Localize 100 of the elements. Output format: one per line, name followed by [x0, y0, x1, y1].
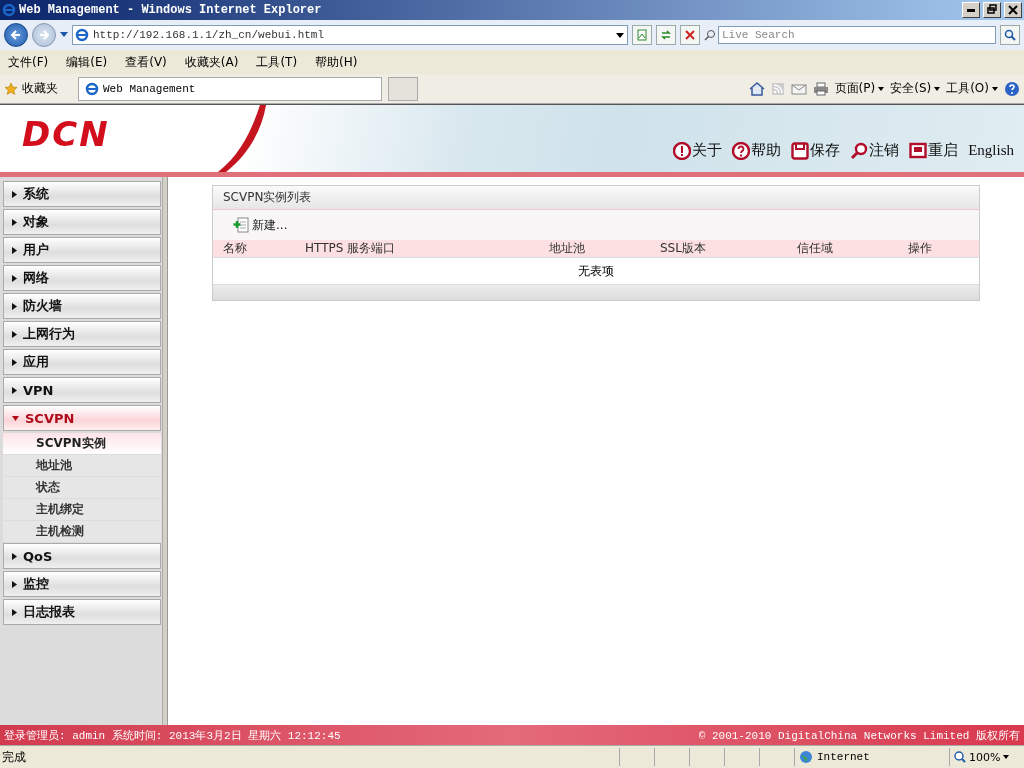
- caret-down-icon: [12, 415, 19, 421]
- column-header: 操作: [908, 240, 933, 257]
- panel-title: SCVPN实例列表: [213, 186, 979, 210]
- add-document-icon: [233, 217, 249, 233]
- nav-menu-item[interactable]: 用户: [3, 237, 161, 263]
- search-input[interactable]: Live Search: [718, 26, 996, 44]
- refresh-icon: [660, 29, 672, 41]
- refresh-button[interactable]: [656, 25, 676, 45]
- page-icon: [636, 29, 648, 41]
- nav-menu-item[interactable]: VPN: [3, 377, 161, 403]
- column-header: 名称: [223, 240, 248, 257]
- column-header: HTTPS 服务端口: [305, 240, 397, 257]
- browser-icon: [75, 28, 89, 42]
- nav-menu-item[interactable]: 对象: [3, 209, 161, 235]
- search-icon: [704, 29, 716, 41]
- caret-right-icon: [12, 190, 17, 198]
- menu-item[interactable]: 收藏夹(A): [184, 53, 239, 71]
- caret-icon: [1003, 755, 1010, 759]
- restore-icon: [986, 4, 998, 16]
- nav-menu-item[interactable]: 防火墙: [3, 293, 161, 319]
- nav-submenu-item[interactable]: SCVPN实例: [3, 433, 161, 454]
- nav-menu-item[interactable]: 系统: [3, 181, 161, 207]
- nav-submenu-item[interactable]: 主机绑定: [3, 499, 161, 520]
- menu-item[interactable]: 查看(V): [125, 53, 167, 71]
- status-text: 完成: [1, 748, 27, 766]
- printer-icon[interactable]: [812, 81, 829, 96]
- nav-menu-item[interactable]: SCVPN: [3, 405, 161, 431]
- login-info: 登录管理员: admin 系统时间: 2013年3月2日 星期六 12:12:45: [4, 728, 341, 743]
- header-link[interactable]: 关于: [673, 141, 723, 160]
- zoom-icon: [954, 751, 966, 763]
- caret-right-icon: [12, 608, 17, 616]
- alert-icon: [673, 141, 692, 160]
- caret-right-icon: [12, 358, 17, 366]
- stop-icon: [684, 29, 696, 41]
- header-link[interactable]: 帮助: [732, 141, 782, 160]
- window-title: Web Management - Windows Internet Explorer: [19, 3, 323, 17]
- caret-icon: [878, 86, 885, 91]
- caret-right-icon: [12, 330, 17, 338]
- nav-submenu-item[interactable]: 主机检测: [3, 521, 161, 542]
- header-link[interactable]: 重启: [909, 141, 959, 160]
- nav-menu-item[interactable]: 应用: [3, 349, 161, 375]
- nav-menu-item[interactable]: QoS: [3, 543, 161, 569]
- copyright-text: © 2001-2010 DigitalChina Networks Limited 版权所有: [698, 728, 1020, 743]
- browser-icon: [85, 81, 99, 96]
- caret-right-icon: [12, 580, 17, 588]
- nav-menu-item[interactable]: 日志报表: [3, 599, 161, 625]
- nav-submenu-item[interactable]: 地址池: [3, 455, 161, 476]
- key-icon: [850, 141, 869, 160]
- command-menu[interactable]: 安全(S): [890, 80, 941, 97]
- browser-icon: [2, 3, 16, 17]
- security-zone: Internet: [794, 748, 949, 766]
- column-header: 地址池: [549, 240, 586, 257]
- language-link[interactable]: English: [968, 142, 1014, 159]
- back-button[interactable]: [4, 23, 28, 47]
- caret-right-icon: [12, 386, 17, 394]
- forward-arrow-icon: [38, 29, 50, 41]
- search-icon: [1004, 29, 1016, 41]
- nav-menu-item[interactable]: 网络: [3, 265, 161, 291]
- close-button[interactable]: [1004, 2, 1022, 18]
- command-menu[interactable]: 页面(P): [834, 80, 885, 97]
- caret-right-icon: [12, 302, 17, 310]
- home-icon[interactable]: [748, 81, 765, 96]
- stop-button[interactable]: [680, 25, 700, 45]
- minimize-button[interactable]: [962, 2, 980, 18]
- save-icon: [791, 141, 810, 160]
- header-link[interactable]: 保存: [791, 141, 841, 160]
- restore-button[interactable]: [983, 2, 1001, 18]
- caret-right-icon: [12, 552, 17, 560]
- caret-right-icon: [12, 218, 17, 226]
- back-arrow-icon: [10, 29, 22, 41]
- menu-item[interactable]: 帮助(H): [315, 53, 358, 71]
- menu-item[interactable]: 文件(F): [8, 53, 49, 71]
- nav-menu-item[interactable]: 上网行为: [3, 321, 161, 347]
- nav-submenu-item[interactable]: 状态: [3, 477, 161, 498]
- logo: DCN: [22, 113, 110, 154]
- command-menu[interactable]: 工具(O): [946, 80, 998, 97]
- menu-item[interactable]: 工具(T): [256, 53, 298, 71]
- close-icon: [1007, 4, 1019, 16]
- caret-icon: [934, 86, 941, 91]
- mail-icon[interactable]: [790, 82, 807, 95]
- minimize-icon: [967, 8, 975, 12]
- menu-item[interactable]: 编辑(E): [66, 53, 108, 71]
- address-field[interactable]: http://192.168.1.1/zh_cn/webui.html: [72, 25, 628, 45]
- empty-message: 无表项: [213, 257, 979, 285]
- zoom-control[interactable]: 100%: [949, 748, 1024, 766]
- new-button[interactable]: 新建...: [233, 216, 288, 234]
- favorites-button[interactable]: 收藏夹: [4, 80, 58, 97]
- caret-right-icon: [12, 246, 17, 254]
- dropdown-caret-icon[interactable]: [615, 30, 625, 40]
- help-icon: [732, 141, 751, 160]
- browser-tab[interactable]: Web Management: [78, 76, 382, 101]
- header-link[interactable]: 注销: [850, 141, 900, 160]
- caret-right-icon: [12, 274, 17, 282]
- nav-menu-item[interactable]: 监控: [3, 571, 161, 597]
- star-icon: [4, 81, 18, 96]
- help-icon[interactable]: [1004, 80, 1020, 97]
- column-header: 信任域: [797, 240, 834, 257]
- globe-icon: [799, 750, 813, 764]
- search-button[interactable]: [1000, 25, 1020, 45]
- monitor-icon: [909, 141, 928, 160]
